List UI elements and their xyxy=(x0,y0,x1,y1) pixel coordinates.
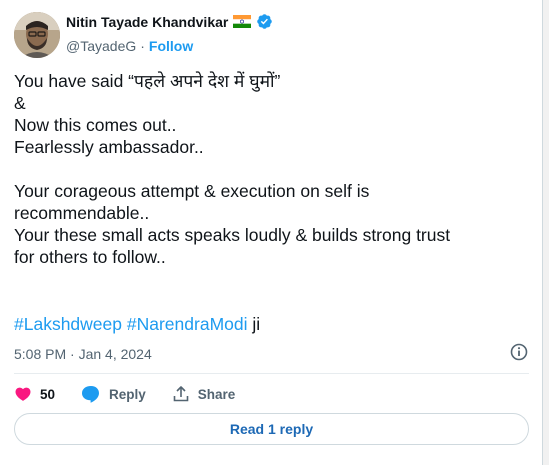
tweet-line: Now this comes out.. xyxy=(14,115,177,135)
tweet-card: Nitin Tayade Khandvikar @TayadeG · Follo… xyxy=(0,0,543,465)
read-replies-button[interactable]: Read 1 reply xyxy=(14,413,529,445)
tweet-text: You have said “पहले अपने देश में घुमों” … xyxy=(14,70,524,268)
hashtag-link[interactable]: #Lakshdweep xyxy=(14,314,122,334)
read-replies-label: Read 1 reply xyxy=(229,421,314,437)
reply-bubble-icon xyxy=(81,385,101,403)
verified-badge-icon xyxy=(256,13,273,30)
reply-button[interactable]: Reply xyxy=(81,385,146,403)
separator-dot: · xyxy=(140,38,145,54)
trailing-text: ji xyxy=(252,314,261,334)
india-flag-icon xyxy=(233,15,252,28)
tweet-line: Your corageous attempt & execution on se… xyxy=(14,181,370,201)
handle-row: @TayadeG · Follow xyxy=(66,38,193,54)
author-handle[interactable]: @TayadeG xyxy=(66,38,136,54)
hashtag-row: #Lakshdweep #NarendraModi ji xyxy=(14,314,260,335)
tweet-line: & xyxy=(14,93,26,113)
tweet-line: Fearlessly ambassador.. xyxy=(14,137,204,157)
avatar[interactable] xyxy=(14,12,60,58)
action-bar: 50 Reply Share xyxy=(14,383,261,405)
divider xyxy=(14,373,529,374)
follow-button[interactable]: Follow xyxy=(149,38,193,54)
info-icon[interactable] xyxy=(510,343,528,361)
author-name-row: Nitin Tayade Khandvikar xyxy=(66,13,273,30)
tweet-line: Your these small acts speaks loudly & bu… xyxy=(14,225,451,245)
timestamp[interactable]: 5:08 PM · Jan 4, 2024 xyxy=(14,346,152,362)
like-count: 50 xyxy=(40,386,56,402)
tweet-line: for others to follow.. xyxy=(14,247,166,267)
reply-label: Reply xyxy=(109,386,146,402)
share-icon xyxy=(172,385,190,403)
like-button[interactable]: 50 xyxy=(14,385,55,403)
share-button[interactable]: Share xyxy=(172,385,236,403)
tweet-line: recommendable.. xyxy=(14,203,150,223)
share-label: Share xyxy=(197,386,236,402)
scrollbar[interactable] xyxy=(543,0,549,465)
heart-icon xyxy=(14,385,32,403)
author-name[interactable]: Nitin Tayade Khandvikar xyxy=(66,14,228,30)
tweet-line: You have said “पहले अपने देश में घुमों” xyxy=(14,71,281,91)
hashtag-link[interactable]: #NarendraModi xyxy=(127,314,248,334)
tweet-line xyxy=(14,158,524,180)
